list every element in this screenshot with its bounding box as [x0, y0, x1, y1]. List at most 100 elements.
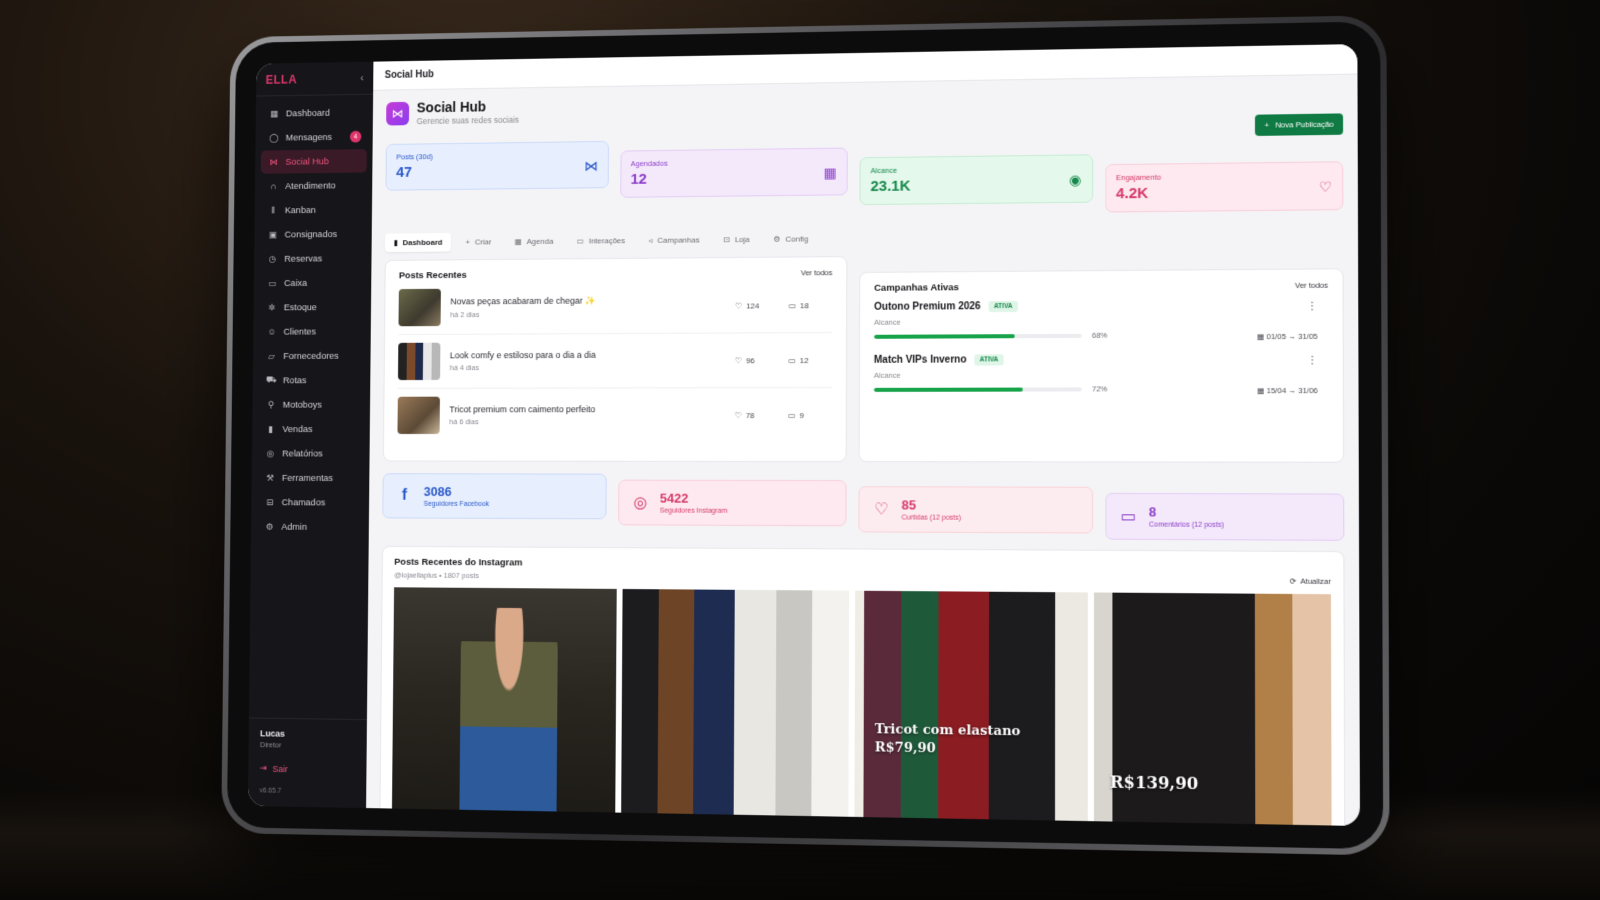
status-badge: ATIVA	[974, 354, 1004, 366]
follower-stat-card[interactable]: ◎ 5422 Seguidores Instagram	[617, 479, 847, 527]
sidebar-item-social-hub[interactable]: ⋈ Social Hub	[260, 149, 367, 174]
sidebar-item-fornecedores[interactable]: ▱ Fornecedores	[259, 344, 365, 368]
likes-value: 124	[746, 301, 760, 311]
tab-bar: ▮ Dashboard + Criar ▦ Agenda ▭ Interações ◃ Campa…	[384, 224, 1344, 253]
stat-card[interactable]: Alcance 23.1K ◉	[859, 154, 1093, 206]
sidebar-item-estoque[interactable]: ✲ Estoque	[259, 295, 365, 319]
campaign-item[interactable]: Outono Premium 2026 ATIVA Alcance 68% ▦ 01/0…	[874, 291, 1328, 347]
sidebar-item-chamados[interactable]: ⊟ Chamados	[257, 491, 364, 515]
sidebar-item-kanban[interactable]: ⦀ Kanban	[260, 198, 366, 222]
post-time: há 2 dias	[450, 309, 480, 319]
sidebar-item-consignados[interactable]: ▣ Consignados	[260, 222, 366, 246]
stat-card[interactable]: Engajamento 4.2K ♡	[1104, 161, 1344, 213]
more-vertical-icon[interactable]: ⋮	[1307, 301, 1317, 312]
logout-label: Sair	[272, 763, 288, 774]
sidebar-item-label: Vendas	[282, 423, 313, 435]
instagram-photo[interactable]: R$139,90 vai	[1093, 592, 1332, 827]
tab-loja[interactable]: ⊡ Loja	[714, 230, 758, 249]
topbar-title: Social Hub	[384, 69, 434, 81]
followers-row: f 3086 Seguidores Facebook ◎ 5422 Seguidores …	[382, 473, 1345, 541]
comment-icon: ▭	[788, 410, 796, 420]
sidebar-item-label: Social Hub	[285, 155, 329, 168]
sidebar-item-caixa[interactable]: ▭ Caixa	[259, 271, 365, 295]
share-icon: ⋈	[269, 156, 278, 167]
page-subtitle: Gerencie suas redes sociais	[416, 114, 519, 127]
photo-price: R$79,90	[874, 740, 936, 757]
sidebar-item-reservas[interactable]: ◷ Reservas	[260, 246, 366, 270]
tab-label: Config	[785, 234, 809, 244]
tab-agenda[interactable]: ▦ Agenda	[506, 232, 562, 251]
chevron-left-icon[interactable]: ‹	[360, 72, 364, 84]
stats-row: Posts (30d) 47 ⋈ Agendados 12 ▦ Alcance 23.1K ◉ E…	[385, 131, 1344, 220]
sidebar-item-admin[interactable]: ⚙ Admin	[257, 515, 364, 539]
sidebar-item-atendimento[interactable]: ∩ Atendimento	[261, 173, 367, 198]
clock-icon: ◷	[268, 253, 277, 264]
sidebar-item-label: Clientes	[283, 326, 317, 338]
instagram-photo[interactable]: muitas	[620, 588, 850, 827]
tab-campanhas[interactable]: ◃ Campanhas	[640, 230, 709, 249]
sidebar-item-clientes[interactable]: ☺ Clientes	[259, 320, 365, 344]
sidebar-item-motoboys[interactable]: ⚲ Motoboys	[258, 393, 364, 417]
tab-dashboard[interactable]: ▮ Dashboard	[384, 232, 452, 253]
box-icon: ▣	[268, 229, 277, 240]
likes-count: ♡ 78	[735, 411, 779, 420]
sidebar-footer: Lucas Diretor ⇥ Sair v6.65.7	[247, 717, 367, 809]
stat-card[interactable]: Posts (30d) 47 ⋈	[385, 140, 609, 191]
tab-intera-es[interactable]: ▭ Interações	[568, 231, 634, 250]
sidebar-item-label: Relatórios	[282, 448, 323, 459]
instagram-photo[interactable]: Tricot com elastano R$79,90	[854, 590, 1088, 827]
new-post-label: Nova Publicação	[1275, 119, 1334, 130]
kanban-icon: ⦀	[271, 205, 276, 215]
sidebar-item-label: Atendimento	[285, 180, 336, 192]
tab-label: Dashboard	[402, 237, 443, 248]
calendar-icon: ▦	[514, 237, 522, 247]
follower-stat-text: 5422 Seguidores Instagram	[660, 491, 728, 515]
photo-caption: vai	[1207, 823, 1244, 826]
post-row[interactable]: Look comfy e estiloso para o dia a dia há…	[397, 333, 833, 389]
post-row[interactable]: Novas peças acabaram de chegar ✨ há 2 dia…	[398, 278, 833, 336]
gear-icon: ⚙	[773, 234, 781, 244]
follower-stat-card[interactable]: ▭ 8 Comentários (12 posts)	[1104, 492, 1345, 541]
stock-icon: ✲	[268, 302, 276, 312]
likes-count: ♡ 124	[735, 301, 778, 310]
follower-stat-label: Comentários (12 posts)	[1148, 521, 1224, 529]
campaign-metric-label: Alcance	[874, 317, 901, 327]
tab-config[interactable]: ⚙ Config	[764, 229, 817, 248]
more-vertical-icon[interactable]: ⋮	[1307, 355, 1317, 366]
sidebar-item-rotas[interactable]: ⛟ Rotas	[258, 368, 364, 392]
logout-button[interactable]: ⇥ Sair	[260, 763, 355, 775]
sidebar-item-label: Admin	[281, 521, 307, 533]
progress-fill	[874, 333, 1015, 339]
sidebar-item-mensagens[interactable]: ◯ Mensagens 4	[261, 125, 367, 150]
sidebar-item-vendas[interactable]: ▮ Vendas	[258, 417, 364, 440]
truck-icon: ⛟	[265, 374, 277, 385]
post-info: Look comfy e estiloso para o dia a dia há…	[450, 349, 725, 372]
post-row[interactable]: Tricot premium com caimento perfeito há 6…	[397, 388, 832, 442]
sidebar-item-label: Chamados	[281, 496, 326, 508]
instagram-photo[interactable]	[391, 587, 617, 827]
brand-logo[interactable]: ELLA	[266, 72, 298, 86]
eye-icon: ◉	[1068, 171, 1082, 188]
sidebar-item-ferramentas[interactable]: ⚒ Ferramentas	[257, 466, 363, 490]
new-post-button[interactable]: + Nova Publicação	[1255, 113, 1344, 136]
campaigns-see-all-link[interactable]: Ver todos	[1295, 281, 1328, 290]
sidebar-item-relat-rios[interactable]: ◎ Relatórios	[258, 442, 364, 466]
tablet-device: ELLA ‹ ▦ Dashboard ◯ Mensagens 4 ⋈ Social Hub ∩…	[221, 15, 1390, 856]
instagram-posts-card: Posts Recentes do Instagram @lojaellaplu…	[378, 545, 1346, 827]
follower-stat-value: 8	[1148, 504, 1157, 520]
follower-stat-card[interactable]: f 3086 Seguidores Facebook	[382, 473, 607, 520]
register-icon: ▭	[268, 277, 277, 288]
recent-posts-see-all-link[interactable]: Ver todos	[801, 268, 833, 277]
instagram-photo-grid: muitas Tricot com elastano R$79,90 R$139…	[391, 587, 1332, 827]
sidebar-item-dashboard[interactable]: ▦ Dashboard	[261, 101, 367, 126]
tab-criar[interactable]: + Criar	[457, 232, 500, 251]
stat-card[interactable]: Agendados 12 ▦	[619, 147, 848, 198]
follower-stat-card[interactable]: ♡ 85 Curtidas (12 posts)	[858, 486, 1093, 534]
sidebar-nav: ▦ Dashboard ◯ Mensagens 4 ⋈ Social Hub ∩ Atendim…	[251, 95, 373, 545]
post-time: há 4 dias	[449, 363, 480, 373]
refresh-button[interactable]: ⟳ Atualizar	[1290, 576, 1331, 586]
campaign-item[interactable]: Match VIPs Inverno ATIVA Alcance 72% ▦ 15/04…	[873, 345, 1328, 400]
sidebar-header: ELLA ‹	[256, 61, 374, 97]
sidebar: ELLA ‹ ▦ Dashboard ◯ Mensagens 4 ⋈ Social Hub ∩…	[247, 61, 374, 809]
post-thumbnail	[397, 342, 441, 381]
